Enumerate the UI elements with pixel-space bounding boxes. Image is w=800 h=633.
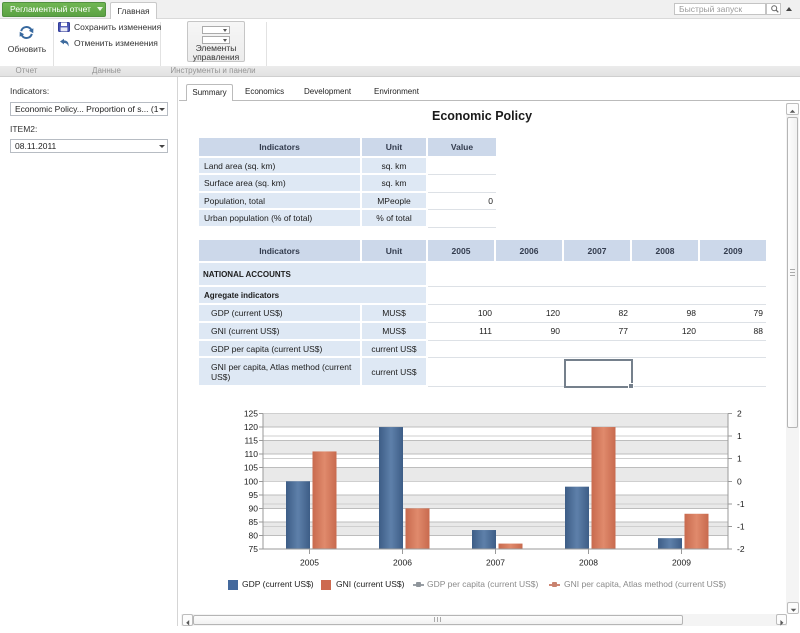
svg-text:80: 80 [249,530,259,540]
svg-text:2: 2 [737,409,742,419]
svg-text:115: 115 [244,436,258,446]
svg-text:1: 1 [737,454,742,464]
svg-text:95: 95 [249,490,259,500]
svg-text:2006: 2006 [393,558,412,568]
svg-text:2008: 2008 [579,558,598,568]
svg-text:125: 125 [244,409,258,419]
svg-text:1: 1 [737,431,742,441]
svg-text:120: 120 [244,422,258,432]
svg-text:-1: -1 [737,499,745,509]
svg-text:110: 110 [244,449,258,459]
svg-text:75: 75 [249,544,259,554]
svg-text:85: 85 [249,517,259,527]
svg-text:90: 90 [249,503,259,513]
svg-text:0: 0 [737,476,742,486]
svg-text:2009: 2009 [672,558,691,568]
svg-text:-2: -2 [737,544,745,554]
svg-text:105: 105 [244,463,258,473]
svg-text:2007: 2007 [486,558,505,568]
svg-text:100: 100 [244,476,258,486]
svg-text:2005: 2005 [300,558,319,568]
svg-text:-1: -1 [737,521,745,531]
